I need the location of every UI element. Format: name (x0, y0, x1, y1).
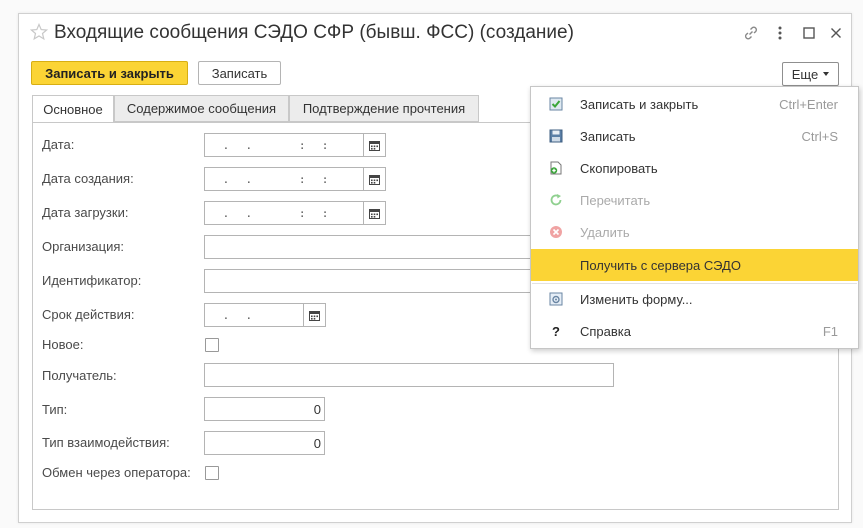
date-input[interactable]: . . : : (204, 133, 386, 157)
interaction-type-label: Тип взаимодействия: (42, 435, 170, 450)
window-title: Входящие сообщения СЭДО СФР (бывш. ФСС) … (54, 22, 574, 43)
more-button[interactable]: Еще (782, 62, 839, 86)
created-date-label: Дата создания: (42, 171, 134, 186)
menu-item-label: Записать и закрыть (580, 96, 699, 112)
favorite-star-icon[interactable] (29, 22, 49, 41)
calendar-icon[interactable] (363, 134, 385, 156)
via-operator-label: Обмен через оператора: (42, 465, 191, 480)
close-icon[interactable] (823, 20, 849, 46)
menu-item-shortcut: F1 (822, 323, 838, 339)
menu-item-label: Справка (580, 323, 631, 339)
new-label: Новое: (42, 337, 84, 352)
menu-item-help[interactable]: ? Справка F1 (531, 315, 858, 347)
menu-item-label: Получить с сервера СЭДО (580, 257, 741, 273)
identifier-label: Идентификатор: (42, 273, 142, 288)
new-checkbox[interactable] (205, 338, 219, 352)
recipient-label: Получатель: (42, 368, 117, 383)
calendar-icon[interactable] (303, 304, 325, 326)
date-value: . . : : (215, 138, 330, 152)
refresh-icon (548, 192, 564, 208)
menu-item-get-from-sedo-server[interactable]: Получить с сервера СЭДО (531, 249, 858, 281)
help-icon: ? (552, 323, 560, 339)
menu-item-shortcut: Ctrl+Enter (779, 96, 838, 112)
interaction-type-input[interactable]: 0 (204, 431, 325, 455)
date-label: Дата: (42, 137, 75, 152)
calendar-icon[interactable] (363, 202, 385, 224)
type-label: Тип: (42, 402, 68, 417)
menu-item-save-and-close[interactable]: Записать и закрыть Ctrl+Enter (531, 88, 858, 120)
form-settings-icon (548, 291, 564, 307)
validity-label: Срок действия: (42, 307, 135, 322)
menu-item-delete[interactable]: Удалить (531, 216, 858, 248)
loaded-date-label: Дата загрузки: (42, 205, 129, 220)
menu-item-change-form[interactable]: Изменить форму... (531, 283, 858, 315)
organization-label: Организация: (42, 239, 125, 254)
menu-item-copy[interactable]: Скопировать (531, 152, 858, 184)
delete-icon (548, 224, 564, 240)
menu-item-label: Изменить форму... (580, 291, 693, 307)
menu-item-label: Удалить (580, 224, 630, 240)
loaded-date-value: . . : : (215, 206, 330, 220)
link-icon[interactable] (738, 20, 764, 46)
created-date-value: . . : : (215, 172, 330, 186)
copy-icon (548, 160, 564, 176)
save-button[interactable]: Записать (198, 61, 281, 85)
save-and-close-button[interactable]: Записать и закрыть (31, 61, 188, 85)
menu-item-reread[interactable]: Перечитать (531, 184, 858, 216)
maximize-icon[interactable] (796, 20, 822, 46)
tab-main[interactable]: Основное (32, 95, 114, 123)
floppy-icon (548, 128, 564, 144)
recipient-input[interactable] (204, 363, 614, 387)
more-vertical-icon[interactable] (767, 20, 793, 46)
more-button-label: Еще (791, 66, 819, 82)
tab-read-confirmation[interactable]: Подтверждение прочтения (289, 95, 479, 122)
menu-item-label: Скопировать (580, 160, 658, 176)
tab-message-content[interactable]: Содержимое сообщения (114, 95, 289, 122)
more-menu: Записать и закрыть Ctrl+Enter Записать C… (530, 86, 859, 349)
validity-input[interactable]: . . (204, 303, 326, 327)
type-input[interactable]: 0 (204, 397, 325, 421)
created-date-input[interactable]: . . : : (204, 167, 386, 191)
validity-value: . . (215, 308, 254, 322)
loaded-date-input[interactable]: . . : : (204, 201, 386, 225)
via-operator-checkbox[interactable] (205, 466, 219, 480)
menu-item-save[interactable]: Записать Ctrl+S (531, 120, 858, 152)
calendar-icon[interactable] (363, 168, 385, 190)
save-close-icon (548, 96, 564, 112)
menu-item-label: Перечитать (580, 192, 651, 208)
menu-item-shortcut: Ctrl+S (801, 128, 838, 144)
chevron-down-icon (823, 72, 830, 76)
menu-item-label: Записать (580, 128, 636, 144)
